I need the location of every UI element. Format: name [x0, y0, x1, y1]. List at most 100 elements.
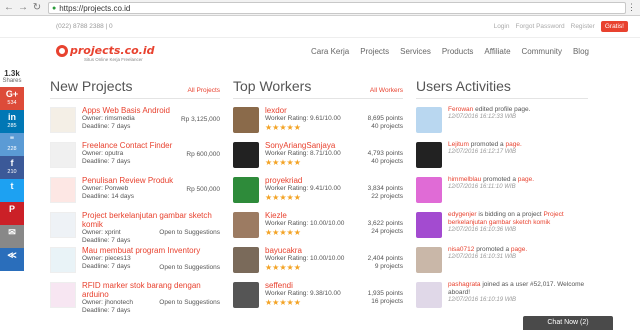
project-title[interactable]: Apps Web Basis Android	[82, 106, 220, 115]
project-thumbnail	[50, 247, 76, 273]
email-share-button[interactable]: ✉	[0, 225, 24, 248]
worker-projects: 16 projects	[371, 298, 403, 305]
activity-time: 12/07/2016 16:10:31 WIB	[448, 254, 517, 260]
project-title[interactable]: RFID marker stok barang dengan arduino	[82, 281, 220, 299]
facebook-share-button[interactable]: f 210	[0, 156, 24, 179]
project-price: Rp 500,000	[186, 186, 220, 193]
activity-text: edited profile page.	[475, 106, 531, 113]
activity-item: Ferowan edited profile page. 12/07/2016 …	[416, 103, 588, 138]
activity-user[interactable]: edygenjer	[448, 211, 477, 218]
all-projects-link[interactable]: All Projects	[187, 87, 220, 94]
back-button[interactable]: ←	[2, 1, 16, 15]
share-glyph-icon: G+	[5, 89, 19, 99]
nav-community[interactable]: Community	[522, 47, 562, 56]
project-thumbnail	[50, 282, 76, 308]
gratis-button[interactable]: Gratis!	[600, 21, 628, 32]
worker-projects: 40 projects	[371, 123, 403, 130]
worker-item[interactable]: Kiezle Worker Rating: 10.00/10.00 ★★★★★ 3,6…	[233, 208, 403, 243]
user-avatar	[416, 177, 442, 203]
project-price: Rp 3,125,000	[180, 116, 220, 123]
project-title[interactable]: Project berkelanjutan gambar sketch komi…	[82, 211, 220, 229]
quote-share-button[interactable]: " 228	[0, 133, 24, 156]
all-workers-link[interactable]: All Workers	[370, 87, 403, 94]
worker-item[interactable]: bayucakra Worker Rating: 10.00/10.00 ★★★★★…	[233, 243, 403, 278]
activity-text: is bidding on a project	[478, 211, 542, 218]
share-count: 285	[7, 123, 17, 129]
phone-number: (022) 8788 2388 | 0	[56, 23, 113, 30]
forward-button[interactable]: →	[16, 1, 30, 15]
project-item[interactable]: RFID marker stok barang dengan arduino Ow…	[50, 278, 220, 314]
activity-target[interactable]: page.	[511, 246, 527, 253]
chat-now-button[interactable]: Chat Now (2)	[523, 316, 613, 330]
share-glyph-icon: t	[10, 181, 14, 191]
activity-user[interactable]: Lejitum	[448, 141, 469, 148]
google-plus-share-button[interactable]: G+ 534	[0, 87, 24, 110]
logo-tagline: Situs Online Kerja Freelancer	[84, 57, 143, 62]
browser-menu-icon[interactable]: ⋮	[627, 2, 636, 13]
worker-name[interactable]: proyekriad	[265, 176, 403, 185]
url-text: https://projects.co.id	[59, 3, 131, 13]
worker-points: 8,695 points	[367, 115, 403, 122]
project-deadline: Deadline: 7 days	[82, 158, 131, 165]
share-count: 210	[7, 169, 17, 175]
worker-name[interactable]: SonyAriangSanjaya	[265, 141, 403, 150]
activity-time: 12/07/2016 16:10:36 WIB	[448, 227, 517, 233]
worker-avatar	[233, 177, 259, 203]
worker-name[interactable]: bayucakra	[265, 246, 403, 255]
activity-time: 12/07/2016 16:12:17 WIB	[448, 149, 517, 155]
user-avatar	[416, 142, 442, 168]
nav-projects[interactable]: Projects	[360, 47, 389, 56]
share-sidebar: 1.3k Shares G+ 534 in 285 " 228 f 210 t P ✉ ≪	[0, 70, 24, 271]
activity-user[interactable]: Ferowan	[448, 106, 473, 113]
address-bar[interactable]: ● https://projects.co.id	[48, 2, 626, 14]
worker-item[interactable]: seffendi Worker Rating: 9.38/10.00 ★★★★★ 1,…	[233, 278, 403, 313]
nav-cara-kerja[interactable]: Cara Kerja	[311, 47, 349, 56]
worker-name[interactable]: seffendi	[265, 281, 403, 290]
activity-user[interactable]: pashagrata	[448, 281, 481, 288]
worker-item[interactable]: lexdor Worker Rating: 9.61/10.00 ★★★★★ 8,69…	[233, 103, 403, 138]
worker-name[interactable]: Kiezle	[265, 211, 403, 220]
project-item[interactable]: Freelance Contact Finder Owner: oputra Dea…	[50, 138, 220, 173]
project-thumbnail	[50, 142, 76, 168]
project-item[interactable]: Apps Web Basis Android Owner: rimsmedia De…	[50, 103, 220, 138]
project-title[interactable]: Mau membuat program Inventory	[82, 246, 220, 255]
nav-products[interactable]: Products	[442, 47, 474, 56]
share-glyph-icon: "	[9, 135, 15, 145]
project-item[interactable]: Mau membuat program Inventory Owner: piec…	[50, 243, 220, 278]
site-logo[interactable]: projects.co.id Situs Online Kerja Freela…	[56, 44, 155, 64]
share-count: 228	[7, 146, 17, 152]
activity-target[interactable]: page.	[505, 141, 521, 148]
activity-time: 12/07/2016 16:10:19 WIB	[448, 297, 517, 303]
forgot-password-link[interactable]: Forgot Password	[515, 23, 564, 30]
reload-button[interactable]: ↻	[30, 1, 44, 15]
linkedin-share-button[interactable]: in 285	[0, 110, 24, 133]
nav-blog[interactable]: Blog	[573, 47, 589, 56]
activity-user[interactable]: nisa0712	[448, 246, 474, 253]
worker-name[interactable]: lexdor	[265, 106, 403, 115]
login-link[interactable]: Login	[494, 23, 510, 30]
pinterest-share-button[interactable]: P	[0, 202, 24, 225]
activity-target[interactable]: page.	[518, 176, 534, 183]
project-title[interactable]: Freelance Contact Finder	[82, 141, 220, 150]
project-item[interactable]: Project berkelanjutan gambar sketch komi…	[50, 208, 220, 244]
nav-affiliate[interactable]: Affiliate	[484, 47, 510, 56]
sumo-share-button[interactable]: ≪	[0, 248, 24, 271]
project-title[interactable]: Penulisan Review Produk	[82, 176, 220, 185]
project-thumbnail	[50, 212, 76, 238]
nav-services[interactable]: Services	[400, 47, 431, 56]
activity-user[interactable]: himmelblau	[448, 176, 481, 183]
project-price: Rp 600,000	[186, 151, 220, 158]
project-deadline: Deadline: 7 days	[82, 123, 131, 130]
user-avatar	[416, 282, 442, 308]
worker-avatar	[233, 212, 259, 238]
share-glyph-icon: in	[8, 112, 16, 122]
activity-item: nisa0712 promoted a page. 12/07/2016 16:1…	[416, 243, 588, 278]
project-item[interactable]: Penulisan Review Produk Owner: Ponweb Dead…	[50, 173, 220, 208]
activity-time: 12/07/2016 16:12:33 WIB	[448, 114, 517, 120]
register-link[interactable]: Register	[571, 23, 595, 30]
share-label: Shares	[2, 78, 22, 84]
twitter-share-button[interactable]: t	[0, 179, 24, 202]
worker-item[interactable]: proyekriad Worker Rating: 9.41/10.00 ★★★★★…	[233, 173, 403, 208]
worker-item[interactable]: SonyAriangSanjaya Worker Rating: 8.71/10.…	[233, 138, 403, 173]
worker-projects: 40 projects	[371, 158, 403, 165]
